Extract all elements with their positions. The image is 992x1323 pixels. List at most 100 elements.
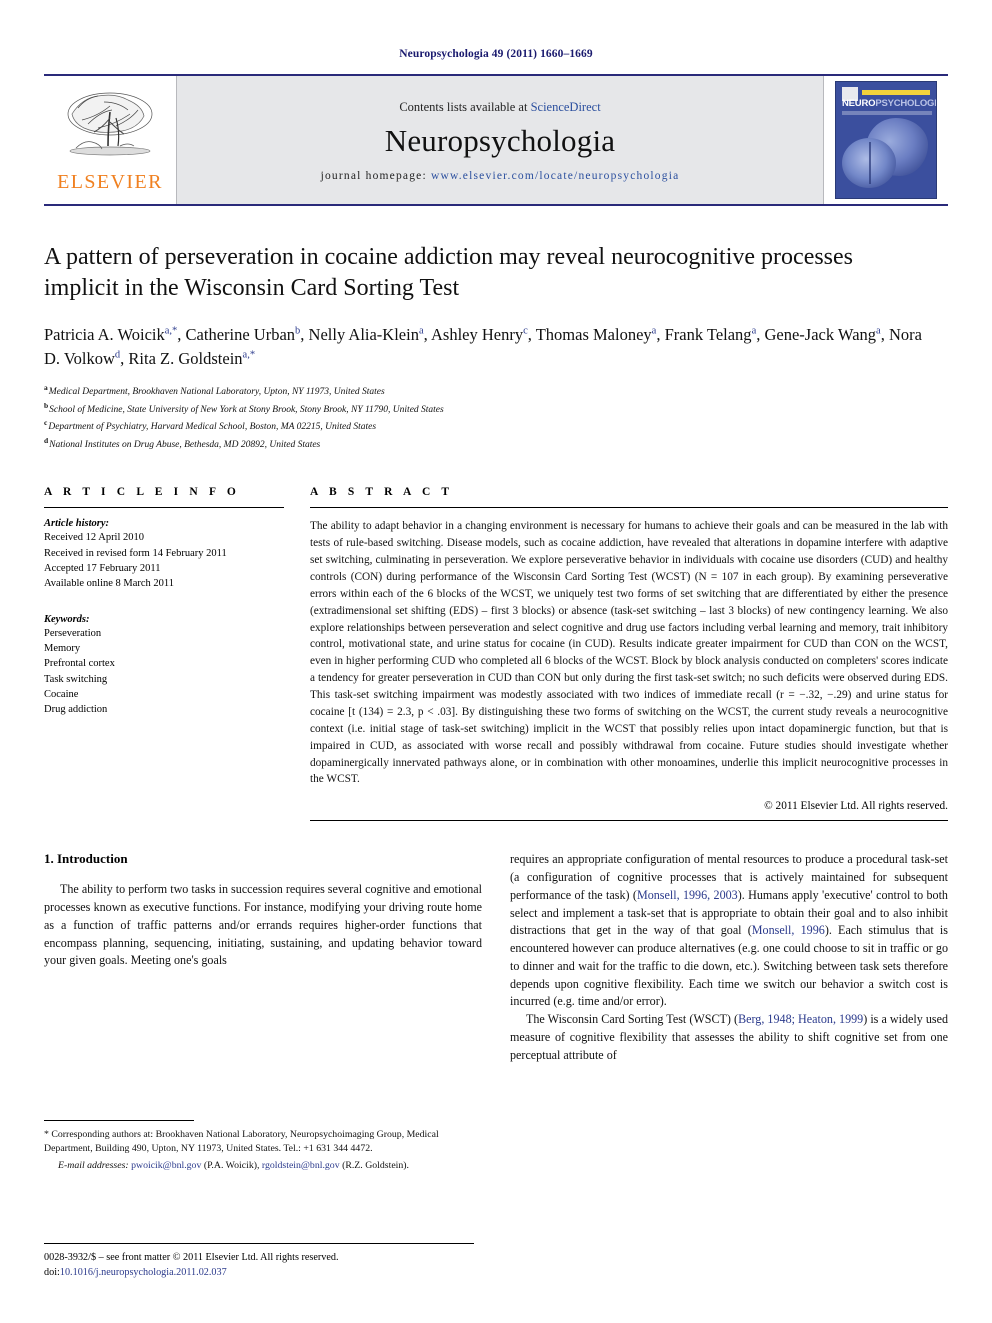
keyword-item: Perseveration bbox=[44, 627, 102, 639]
doi-label: doi: bbox=[44, 1267, 60, 1279]
doi-link[interactable]: 10.1016/j.neuropsychologia.2011.02.037 bbox=[60, 1267, 227, 1278]
journal-article-page: Neuropsychologia 49 (2011) 1660–1669 ELS… bbox=[0, 0, 992, 1323]
cover-subtitle-bar bbox=[842, 111, 932, 115]
email-link-woicik[interactable]: pwoicik@bnl.gov bbox=[131, 1160, 201, 1171]
keyword-item: Task switching bbox=[44, 673, 108, 685]
keywords-block: Keywords: Perseveration Memory Prefrontal … bbox=[44, 614, 284, 718]
masthead-center: Contents lists available at ScienceDirec… bbox=[176, 76, 824, 204]
affiliation-item: cDepartment of Psychiatry, Harvard Medic… bbox=[44, 417, 948, 435]
footnote-corresponding-text: Corresponding authors at: Brookhaven Nat… bbox=[44, 1129, 439, 1155]
citation-monsell-1996[interactable]: Monsell, 1996 bbox=[752, 923, 825, 937]
intro-paragraph-right-1: requires an appropriate configuration of… bbox=[510, 851, 948, 1011]
keyword-item: Cocaine bbox=[44, 688, 79, 700]
footnote-asterisk: * bbox=[44, 1129, 49, 1140]
cover-title-light: PSYCHOLOGIA bbox=[875, 98, 937, 109]
author-affiliation-marker: a bbox=[751, 325, 757, 337]
author-affiliation-marker: b bbox=[295, 325, 301, 337]
affiliation-marker: d bbox=[44, 435, 49, 445]
email-link-goldstein[interactable]: rgoldstein@bnl.gov bbox=[262, 1160, 340, 1171]
author-name: Rita Z. Goldstein bbox=[128, 349, 243, 369]
affiliation-marker: a bbox=[44, 382, 48, 392]
article-info-rule bbox=[44, 507, 284, 509]
email-addresses-label: E-mail addresses: bbox=[58, 1159, 129, 1171]
affiliation-text: Medical Department, Brookhaven National … bbox=[48, 387, 385, 398]
abstract-bottom-rule bbox=[310, 820, 948, 822]
journal-masthead: ELSEVIER Contents lists available at Sci… bbox=[44, 74, 948, 206]
article-info-heading: A R T I C L E I N F O bbox=[44, 486, 240, 499]
intro-paragraph-left: The ability to perform two tasks in succ… bbox=[44, 882, 482, 968]
elsevier-wordmark: ELSEVIER bbox=[57, 171, 163, 193]
doi-line: doi:10.1016/j.neuropsychologia.2011.02.0… bbox=[44, 1265, 474, 1280]
keyword-item: Memory bbox=[44, 642, 81, 654]
abstract-heading: A B S T R A C T bbox=[310, 486, 454, 499]
citation-berg-heaton[interactable]: Berg, 1948; Heaton, 1999 bbox=[738, 1012, 863, 1026]
author-name: Ashley Henry bbox=[430, 325, 524, 345]
author-affiliation-marker: a bbox=[651, 325, 657, 337]
body-columns: 1. Introduction The ability to perform t… bbox=[44, 851, 948, 1064]
section-heading-introduction: 1. Introduction bbox=[44, 851, 128, 867]
author-name: Frank Telang bbox=[664, 325, 752, 345]
article-history-item: Accepted 17 February 2011 bbox=[44, 562, 161, 574]
email-owner-goldstein: (R.Z. Goldstein). bbox=[342, 1159, 409, 1171]
citation-monsell-1996-2003[interactable]: Monsell, 1996, 2003 bbox=[637, 888, 738, 902]
contents-available-line: Contents lists available at ScienceDirec… bbox=[399, 100, 600, 115]
article-info-column: A R T I C L E I N F O Article history: R… bbox=[44, 486, 284, 821]
author-name: Thomas Maloney bbox=[535, 325, 652, 345]
author-name: Gene-Jack Wang bbox=[764, 325, 877, 345]
author-affiliation-marker: a,* bbox=[242, 349, 256, 361]
page-title: A pattern of perseveration in cocaine ad… bbox=[44, 244, 854, 301]
title-block: A pattern of perseveration in cocaine ad… bbox=[44, 242, 948, 452]
email-owner-woicik: (P.A. Woicik), bbox=[203, 1159, 260, 1171]
issn-front-matter: 0028-3932/$ – see front matter © 2011 El… bbox=[44, 1252, 339, 1263]
cover-title-bold: NEURO bbox=[842, 98, 876, 109]
footnote-rule bbox=[44, 1120, 194, 1121]
info-abstract-region: A R T I C L E I N F O Article history: R… bbox=[44, 486, 948, 822]
issn-rule bbox=[44, 1243, 474, 1244]
author-name: Patricia A. Woicik bbox=[44, 325, 165, 345]
body-column-left: 1. Introduction The ability to perform t… bbox=[44, 851, 482, 1064]
author-affiliation-marker: a,* bbox=[164, 325, 178, 337]
abstract-column: A B S T R A C T The ability to adapt beh… bbox=[310, 486, 948, 822]
cover-accent-bar bbox=[862, 90, 930, 95]
author-list: Patricia A. Woicika,*, Catherine Urbanb,… bbox=[44, 325, 922, 369]
running-head: Neuropsychologia 49 (2011) 1660–1669 bbox=[399, 48, 593, 60]
intro-right2-text-a: The Wisconsin Card Sorting Test (WSCT) ( bbox=[526, 1012, 739, 1027]
sciencedirect-link[interactable]: ScienceDirect bbox=[531, 100, 601, 114]
journal-cover-area: NEUROPSYCHOLOGIA bbox=[824, 76, 948, 204]
article-history-label: Article history: bbox=[44, 518, 110, 530]
journal-homepage-link[interactable]: www.elsevier.com/locate/neuropsychologia bbox=[431, 170, 679, 182]
keyword-item: Drug addiction bbox=[44, 704, 108, 716]
affiliation-item: aMedical Department, Brookhaven National… bbox=[44, 382, 948, 400]
affiliation-list: aMedical Department, Brookhaven National… bbox=[44, 382, 948, 452]
journal-cover-thumbnail: NEUROPSYCHOLOGIA bbox=[835, 81, 937, 199]
cover-title: NEUROPSYCHOLOGIA bbox=[842, 98, 936, 109]
affiliation-marker: c bbox=[44, 418, 48, 428]
article-history-list: Received 12 April 2010 Received in revise… bbox=[44, 530, 284, 591]
body-column-right: requires an appropriate configuration of… bbox=[510, 851, 948, 1064]
brain-coronal-image bbox=[842, 138, 896, 188]
journal-homepage-line: journal homepage: www.elsevier.com/locat… bbox=[321, 170, 680, 182]
abstract-rule bbox=[310, 507, 948, 509]
author-name: Nelly Alia-Klein bbox=[308, 325, 419, 345]
article-history-item: Available online 8 March 2011 bbox=[44, 578, 175, 590]
homepage-prefix: journal homepage: bbox=[320, 169, 431, 182]
footnote-corresponding-line: * Corresponding authors at: Brookhaven N… bbox=[44, 1128, 464, 1157]
author-affiliation-marker: d bbox=[114, 349, 121, 361]
author-name: Catherine Urban bbox=[185, 325, 296, 345]
footnote-email-line: E-mail addresses: pwoicik@bnl.gov (P.A. … bbox=[44, 1159, 464, 1173]
article-history-item: Received 12 April 2010 bbox=[44, 532, 145, 544]
affiliation-text: Department of Psychiatry, Harvard Medica… bbox=[48, 422, 377, 433]
publisher-logo-area: ELSEVIER bbox=[44, 76, 176, 204]
affiliation-item: dNational Institutes on Drug Abuse, Beth… bbox=[44, 435, 948, 453]
keyword-item: Prefrontal cortex bbox=[44, 658, 115, 670]
affiliation-text: National Institutes on Drug Abuse, Bethe… bbox=[49, 439, 321, 450]
author-affiliation-marker: a bbox=[418, 325, 424, 337]
corresponding-author-footnote: * Corresponding authors at: Brookhaven N… bbox=[44, 1120, 464, 1173]
elsevier-logo: ELSEVIER bbox=[54, 88, 166, 192]
author-affiliation-marker: c bbox=[523, 325, 528, 337]
affiliation-marker: b bbox=[44, 400, 49, 410]
intro-paragraph-right-2: The Wisconsin Card Sorting Test (WSCT) (… bbox=[510, 1011, 948, 1064]
author-affiliation-marker: a bbox=[876, 325, 881, 337]
keywords-label: Keywords: bbox=[44, 613, 90, 625]
issn-doi-block: 0028-3932/$ – see front matter © 2011 El… bbox=[44, 1243, 474, 1281]
